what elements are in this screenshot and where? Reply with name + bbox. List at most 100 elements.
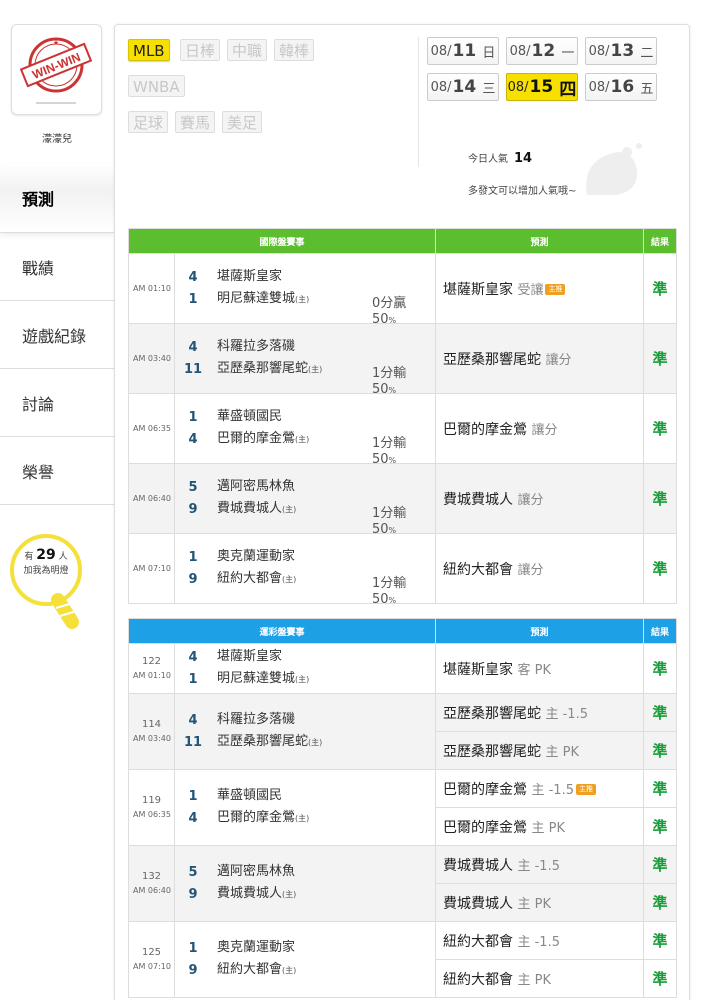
score-home: 9: [188, 886, 198, 902]
score-home: 9: [188, 501, 198, 517]
team-away[interactable]: 奧克蘭運動家: [211, 546, 435, 568]
category-kbo[interactable]: 韓棒: [274, 39, 315, 61]
result-cell: 準: [643, 393, 678, 464]
team-away[interactable]: 科羅拉多落磯: [211, 336, 435, 358]
date-button-selected[interactable]: 08/15 四: [506, 73, 578, 101]
game-time-cell: AM 03:40: [128, 323, 175, 394]
teams-cell: 4 1 堪薩斯皇家 明尼蘇達雙城(主): [173, 643, 437, 694]
svg-text:★: ★: [53, 39, 59, 47]
date-button[interactable]: 08/11 日: [427, 37, 499, 65]
odds-percent: 50: [372, 452, 389, 467]
prediction-team[interactable]: 紐約大都會: [443, 934, 513, 950]
prediction-team[interactable]: 巴爾的摩金鶯: [443, 422, 527, 438]
team-away[interactable]: 華盛頓國民: [211, 406, 435, 428]
score-home: 4: [188, 810, 198, 826]
score-away: 4: [188, 649, 198, 665]
team-home[interactable]: 紐約大都會: [217, 571, 282, 586]
prediction-team[interactable]: 費城費城人: [443, 858, 513, 874]
date-button[interactable]: 08/16 五: [585, 73, 657, 101]
prediction-team[interactable]: 堪薩斯皇家: [443, 282, 513, 298]
odds: 0分贏 50%: [372, 296, 406, 329]
nav-item-honor[interactable]: 榮譽: [0, 436, 114, 505]
category-nfl[interactable]: 美足: [222, 111, 263, 133]
prediction-cell: 紐約大都會 主 -1.5: [435, 921, 645, 960]
odds-percent: 50: [372, 592, 389, 607]
team-home[interactable]: 費城費城人: [217, 886, 282, 901]
team-home[interactable]: 明尼蘇達雙城: [217, 291, 295, 306]
category-wnba[interactable]: WNBA: [128, 75, 185, 97]
nav-item-discussion[interactable]: 討論: [0, 368, 114, 436]
odds-percent-unit: %: [388, 456, 397, 465]
teams-cell: 1 9 奧克蘭運動家 紐約大都會(主): [173, 921, 437, 998]
teams-cell: 1 9 奧克蘭運動家 紐約大都會(主) 1分輸 50%: [173, 533, 437, 607]
category-horse-racing[interactable]: 賽馬: [175, 111, 216, 133]
avatar[interactable]: WIN-WIN ★: [11, 24, 102, 115]
odds: 1分輸 50%: [372, 506, 406, 539]
prediction-team[interactable]: 亞歷桑那響尾蛇: [443, 744, 541, 760]
host-marker: (主): [282, 966, 297, 975]
team-away[interactable]: 奧克蘭運動家: [211, 937, 435, 959]
game-number: 125: [141, 946, 162, 958]
date-button[interactable]: 08/13 二: [585, 37, 657, 65]
prediction-team[interactable]: 亞歷桑那響尾蛇: [443, 352, 541, 368]
teams-cell: 4 1 堪薩斯皇家 明尼蘇達雙城(主) 0分贏 50%: [173, 253, 437, 327]
team-home[interactable]: 紐約大都會: [217, 962, 282, 977]
popularity-message: 多發文可以增加人氣哦~: [468, 186, 577, 197]
table-row: 132 AM 06:40 5 9 邁阿密馬林魚 費城費城人(主) 費城費城人 主 …: [128, 845, 678, 922]
light-bulb-icon[interactable]: [6, 530, 106, 630]
table-row: AM 01:10 4 1 堪薩斯皇家 明尼蘇達雙城(主) 0分贏 50% 堪薩斯皇…: [128, 253, 678, 327]
teams-cell: 5 9 邁阿密馬林魚 費城費城人(主) 1分輸 50%: [173, 463, 437, 537]
prediction-team[interactable]: 堪薩斯皇家: [443, 662, 513, 678]
team-away[interactable]: 邁阿密馬林魚: [211, 476, 435, 498]
team-home[interactable]: 費城費城人: [217, 501, 282, 516]
prediction-team[interactable]: 紐約大都會: [443, 562, 513, 578]
prediction-team[interactable]: 費城費城人: [443, 492, 513, 508]
prediction-cell: 費城費城人 主 -1.5: [435, 845, 645, 884]
prediction-team[interactable]: 費城費城人: [443, 896, 513, 912]
date-button[interactable]: 08/14 三: [427, 73, 499, 101]
team-home[interactable]: 亞歷桑那響尾蛇: [217, 734, 308, 749]
popularity-count: 14: [514, 151, 533, 166]
team-away[interactable]: 堪薩斯皇家: [211, 266, 435, 288]
nav-item-record[interactable]: 戰績: [0, 232, 114, 300]
prediction-cell: 紐約大都會 主 PK: [435, 959, 645, 998]
team-away[interactable]: 堪薩斯皇家: [211, 646, 435, 668]
prediction-team[interactable]: 紐約大都會: [443, 972, 513, 988]
score-home: 9: [188, 571, 198, 587]
username[interactable]: 濛濛兒: [0, 130, 114, 145]
category-mlb[interactable]: MLB: [128, 39, 170, 61]
category-cpbl[interactable]: 中職: [227, 39, 268, 61]
prediction-team[interactable]: 巴爾的摩金鶯: [443, 820, 527, 836]
game-time-cell: AM 06:35: [128, 393, 175, 464]
prediction-team[interactable]: 亞歷桑那響尾蛇: [443, 706, 541, 722]
result-cell: 準: [643, 323, 678, 394]
game-time: AM 01:10: [133, 670, 171, 680]
decoration-icon: [586, 143, 642, 195]
category-soccer[interactable]: 足球: [128, 111, 169, 133]
prediction-type: 主 PK: [531, 820, 565, 836]
prediction-team[interactable]: 巴爾的摩金鶯: [443, 782, 527, 798]
odds-percent: 50: [372, 522, 389, 537]
category-npb[interactable]: 日棒: [180, 39, 221, 61]
team-away[interactable]: 邁阿密馬林魚: [211, 861, 435, 883]
score-away: 4: [188, 712, 198, 728]
team-home[interactable]: 亞歷桑那響尾蛇: [217, 361, 308, 376]
prediction-cell: 巴爾的摩金鶯 主 PK: [435, 807, 645, 846]
prediction-cell: 紐約大都會 讓分: [435, 533, 645, 604]
team-home[interactable]: 巴爾的摩金鶯: [217, 810, 295, 825]
score-home: 1: [188, 291, 198, 307]
prediction-cell: 亞歷桑那響尾蛇 主 -1.5: [435, 693, 645, 732]
table-row: AM 06:35 1 4 華盛頓國民 巴爾的摩金鶯(主) 1分輸 50% 巴爾的摩…: [128, 393, 678, 467]
prediction-type: 讓分: [517, 562, 544, 578]
game-info-cell: 125 AM 07:10: [128, 921, 175, 998]
team-home[interactable]: 明尼蘇達雙城: [217, 671, 295, 686]
team-away[interactable]: 科羅拉多落磯: [211, 709, 435, 731]
nav-item-predict[interactable]: 預測: [0, 164, 114, 232]
nav-item-game-log[interactable]: 遊戲紀錄: [0, 300, 114, 368]
date-button[interactable]: 08/12 一: [506, 37, 578, 65]
team-away[interactable]: 華盛頓國民: [211, 785, 435, 807]
team-home[interactable]: 巴爾的摩金鶯: [217, 431, 295, 446]
game-time: AM 01:10: [133, 283, 171, 293]
game-time: AM 03:40: [133, 353, 171, 363]
score-home: 9: [188, 962, 198, 978]
